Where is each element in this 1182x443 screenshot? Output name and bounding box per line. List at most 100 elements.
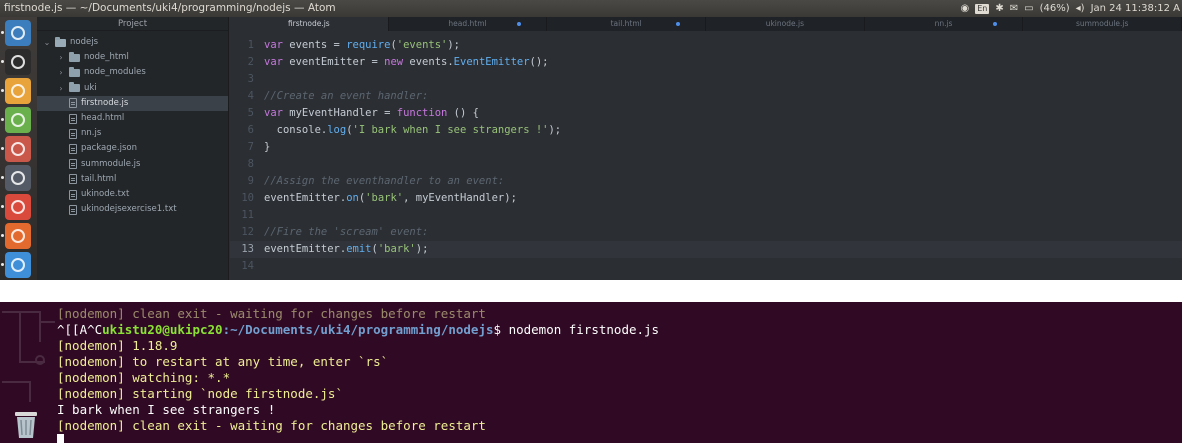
- line-number: 3: [247, 73, 254, 85]
- firefox-icon[interactable]: [5, 223, 31, 249]
- tree-item[interactable]: ⌄ nodejs: [43, 35, 98, 50]
- clock[interactable]: Jan 24 11:38:12 A: [1091, 0, 1180, 17]
- terminal-icon[interactable]: [5, 49, 31, 75]
- tree-item[interactable]: tail.html: [57, 172, 116, 187]
- code-text: console.log('I bark when I see strangers…: [264, 124, 562, 136]
- editor-tab[interactable]: tail.html: [547, 17, 707, 31]
- wifi-icon[interactable]: ◉: [961, 0, 970, 17]
- terminal-line: I bark when I see strangers !: [57, 402, 276, 417]
- tree-item[interactable]: › node_html: [57, 50, 129, 65]
- folder-icon: [69, 66, 80, 77]
- tree-item[interactable]: nn.js: [57, 126, 101, 141]
- code-text: }: [264, 141, 271, 153]
- ubuntu-software-icon[interactable]: [5, 194, 31, 220]
- tree-item-label: nodejs: [70, 37, 99, 47]
- tree-item[interactable]: ukinode.txt: [57, 187, 129, 202]
- running-indicator: [1, 263, 4, 266]
- editor-tab[interactable]: firstnode.js: [230, 17, 389, 31]
- code-line: 13 eventEmitter.emit('bark');: [230, 241, 1182, 258]
- chevron-right-icon: ›: [59, 83, 63, 93]
- terminal-cursor: [57, 434, 64, 443]
- chrome-icon[interactable]: [5, 78, 31, 104]
- running-indicator: [1, 60, 4, 63]
- atom-window: firstnode.js — ~/Documents/uki4/programm…: [0, 0, 1182, 280]
- tab-label: firstnode.js: [287, 19, 330, 28]
- tree-item[interactable]: summodule.js: [57, 157, 140, 172]
- code-line: 5 var myEventHandler = function () {: [230, 105, 1182, 122]
- tab-label: head.html: [448, 19, 487, 28]
- system-tray: ◉ En ✱ ✉ ▭ (46%) ◂) Jan 24 11:38:12 A: [961, 0, 1180, 17]
- terminal-window[interactable]: [nodemon] clean exit - waiting for chang…: [0, 302, 1182, 443]
- code-line: 14: [230, 258, 1182, 275]
- line-number: 8: [247, 158, 254, 170]
- settings-icon[interactable]: [5, 165, 31, 191]
- line-number: 2: [247, 56, 254, 68]
- tree-item-label: ukinode.txt: [81, 189, 130, 199]
- code-line: 2 var eventEmitter = new events.EventEmit…: [230, 54, 1182, 71]
- tree-item[interactable]: firstnode.js: [37, 95, 228, 111]
- tree-item-label: ukinodejsexercise1.txt: [81, 204, 177, 215]
- code-line: 12 //Fire the 'scream' event:: [230, 224, 1182, 241]
- editor-tab[interactable]: nn.js: [865, 17, 1024, 31]
- code-line: 11: [230, 207, 1182, 224]
- window-gap: [0, 280, 1182, 302]
- editor-tab[interactable]: head.html: [389, 17, 548, 31]
- line-number: 4: [247, 90, 254, 102]
- home-folder-icon[interactable]: [5, 20, 31, 46]
- editor-tab[interactable]: summodule.js: [1023, 17, 1182, 31]
- code-editor[interactable]: 1 var events = require('events'); 2 var eve…: [230, 31, 1182, 280]
- top-panel: firstnode.js — ~/Documents/uki4/programm…: [0, 0, 1182, 17]
- tree-item[interactable]: ukinodejsexercise1.txt: [57, 202, 177, 217]
- tree-item[interactable]: › node_modules: [57, 65, 146, 80]
- file-icon: [69, 98, 77, 109]
- code-text: //Create an event handler:: [264, 90, 429, 102]
- modified-indicator: [517, 22, 522, 26]
- tab-label: nn.js: [934, 19, 953, 28]
- cloud-icon[interactable]: [5, 252, 31, 278]
- line-number: 12: [241, 226, 254, 238]
- terminal-line: [nodemon] clean exit - waiting for chang…: [57, 418, 486, 433]
- mail-icon[interactable]: ✉: [1010, 0, 1018, 17]
- tree-item-label: head.html: [81, 113, 125, 123]
- tree-item-label: summodule.js: [81, 158, 141, 169]
- code-line: 4 //Create an event handler:: [230, 88, 1182, 105]
- running-indicator: [1, 89, 4, 92]
- volume-icon[interactable]: ◂): [1076, 0, 1085, 17]
- running-indicator: [1, 176, 4, 179]
- tree-item-label: node_html: [84, 52, 129, 63]
- battery-percent: (46%): [1039, 3, 1070, 14]
- android-studio-icon[interactable]: [5, 107, 31, 133]
- chevron-down-icon: ⌄: [43, 38, 51, 47]
- modified-indicator: [993, 22, 998, 26]
- running-indicator: [1, 205, 4, 208]
- code-line: 7}: [230, 139, 1182, 156]
- trash-icon[interactable]: [12, 408, 40, 440]
- modified-indicator: [676, 22, 681, 26]
- line-number: 6: [247, 124, 254, 136]
- file-icon: [69, 143, 77, 154]
- tree-item-label: package.json: [81, 143, 137, 154]
- tree-item-label: tail.html: [81, 173, 117, 184]
- code-line: 10 eventEmitter.on('bark', myEventHandler…: [230, 190, 1182, 207]
- battery-icon[interactable]: ▭: [1024, 0, 1033, 17]
- project-tree-panel: Project ⌄ nodejs › node_html › node_modules › u…: [37, 17, 229, 280]
- tab-label: tail.html: [610, 19, 642, 28]
- terminal-line: [nodemon] watching: *.*: [57, 370, 231, 385]
- project-tree-header: Project: [37, 17, 228, 31]
- code-text: eventEmitter.on('bark', myEventHandler);: [264, 192, 517, 204]
- tab-label: summodule.js: [1075, 19, 1129, 28]
- code-line: 1 var events = require('events');: [230, 37, 1182, 54]
- keyboard-language-indicator[interactable]: En: [975, 3, 990, 14]
- tree-item[interactable]: package.json: [57, 141, 137, 156]
- file-manager-icon[interactable]: [5, 136, 31, 162]
- running-indicator: [1, 147, 4, 150]
- tree-item-label: firstnode.js: [81, 97, 129, 108]
- folder-icon: [55, 36, 66, 47]
- editor-tab[interactable]: ukinode.js: [706, 17, 865, 31]
- tree-item[interactable]: head.html: [57, 111, 124, 126]
- terminal-line: ^[[A^Cukistu20@ukipc20:~/Documents/uki4/…: [57, 322, 660, 337]
- bluetooth-icon[interactable]: ✱: [995, 0, 1003, 17]
- tree-item[interactable]: › uki: [57, 81, 97, 96]
- file-icon: [69, 159, 77, 170]
- window-title: firstnode.js — ~/Documents/uki4/programm…: [4, 2, 336, 14]
